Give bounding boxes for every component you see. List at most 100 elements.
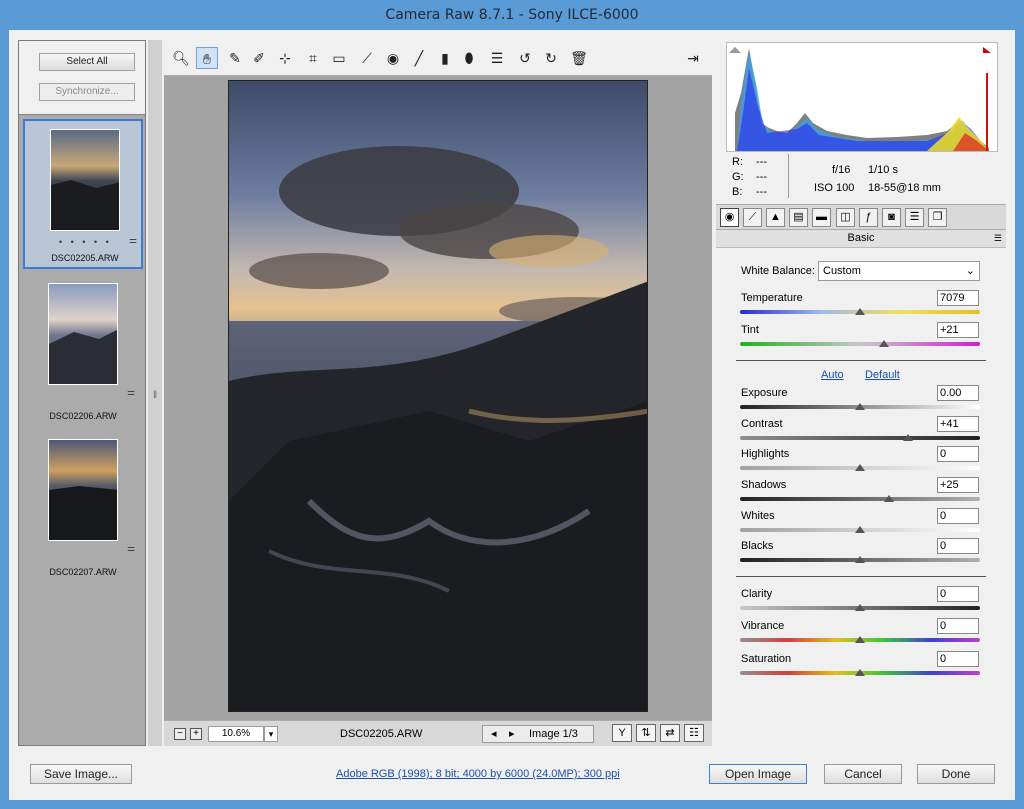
shadows-slider-handle[interactable] <box>883 495 894 502</box>
shadows-label: Shadows <box>741 479 787 491</box>
trash-icon[interactable]: 🗑︎ <box>568 47 590 69</box>
straighten-icon[interactable]: ▭ <box>328 47 350 69</box>
hand-icon[interactable]: ✋︎ <box>196 47 218 69</box>
clarity-slider-handle[interactable] <box>855 604 865 611</box>
white-balance-select[interactable]: Custom ⌄ <box>818 261 980 281</box>
contrast-slider[interactable] <box>740 436 980 440</box>
white-balance-icon[interactable]: ✎ <box>224 47 246 69</box>
zoom-level[interactable]: 10.6% <box>208 726 264 742</box>
shadows-slider[interactable] <box>740 497 980 501</box>
highlights-value-field[interactable]: 0 <box>937 446 979 462</box>
cancel-button[interactable]: Cancel <box>824 764 902 784</box>
whites-slider-handle[interactable] <box>855 526 865 533</box>
auto-link[interactable]: Auto <box>821 369 844 381</box>
red-eye-icon[interactable]: ◉ <box>382 47 404 69</box>
save-image-button[interactable]: Save Image... <box>30 764 132 784</box>
r-label: R: <box>732 156 743 168</box>
lens-corrections-tab-icon[interactable]: ◫ <box>836 208 855 227</box>
whites-value-field[interactable]: 0 <box>937 508 979 524</box>
settings-badge-icon: ⚌ <box>127 543 136 553</box>
contrast-value-field[interactable]: +41 <box>937 416 979 432</box>
exposure-value-field[interactable]: 0.00 <box>937 385 979 401</box>
crop-icon[interactable]: ⌗ <box>302 47 324 69</box>
lens: 18-55@18 mm <box>868 182 941 194</box>
targeted-adjust-icon[interactable]: ⊹ <box>274 47 296 69</box>
b-value: --- <box>756 186 767 198</box>
whites-label: Whites <box>741 510 775 522</box>
temperature-slider-handle[interactable] <box>855 308 865 315</box>
tint-value-field[interactable]: +21 <box>937 322 979 338</box>
previous-image-icon[interactable]: ◂ <box>491 726 497 742</box>
saturation-value-field[interactable]: 0 <box>937 651 979 667</box>
open-image-button[interactable]: Open Image <box>709 764 807 784</box>
blacks-slider-handle[interactable] <box>855 556 865 563</box>
temperature-value-field[interactable]: 7079 <box>937 290 979 306</box>
white-balance-label: White Balance: <box>741 265 815 277</box>
zoom-out-button[interactable]: − <box>174 728 186 740</box>
zoom-in-button[interactable]: + <box>190 728 202 740</box>
r-value: --- <box>756 156 767 168</box>
vibrance-slider-handle[interactable] <box>855 636 865 643</box>
synchronize-button[interactable]: Synchronize... <box>39 83 135 101</box>
clarity-value-field[interactable]: 0 <box>937 586 979 602</box>
snapshots-tab-icon[interactable]: ❐ <box>928 208 947 227</box>
window-title: Camera Raw 8.7.1 - Sony ILCE-6000 <box>0 0 1024 30</box>
exposure-label: Exposure <box>741 387 788 399</box>
tone-curve-tab-icon[interactable]: ⟋ <box>743 208 762 227</box>
adjustment-brush-icon[interactable]: ╱ <box>408 47 430 69</box>
image-preview[interactable] <box>228 80 648 712</box>
contrast-slider-handle[interactable] <box>903 434 913 441</box>
panel-menu-icon[interactable]: ☰ <box>994 230 1002 247</box>
detail-tab-icon[interactable]: ▲ <box>766 208 785 227</box>
saturation-label: Saturation <box>741 653 792 665</box>
copy-settings-icon[interactable]: ⇄ <box>660 724 680 742</box>
effects-tab-icon[interactable]: ƒ <box>859 208 878 227</box>
chevron-down-icon: ⌄ <box>965 265 975 277</box>
thumbnail-image <box>48 439 118 541</box>
blacks-label: Blacks <box>741 540 774 552</box>
thumbnail-filename: DSC02206.ARW <box>49 411 117 421</box>
filmstrip-splitter[interactable]: ‖ <box>148 40 162 746</box>
toolbar: 🔍︎ ✋︎ ✎ ✐ ⊹ ⌗ ▭ ⟋ ◉ ╱ ▮ ⬮ ☰ ↺ ↻ 🗑︎ ⇥ <box>164 40 712 76</box>
rotate-right-icon[interactable]: ↻ <box>540 47 562 69</box>
rating-stars[interactable]: • • • • • <box>59 237 112 247</box>
spot-removal-icon[interactable]: ⟋ <box>356 47 378 69</box>
filmstrip-header: Select All Synchronize... <box>19 41 145 115</box>
filmstrip-item[interactable]: ⚌ DSC02206.ARW <box>23 277 143 427</box>
filmstrip-item[interactable]: ⚌ DSC02207.ARW <box>23 433 143 583</box>
thumbnail-filename: DSC02207.ARW <box>49 567 117 577</box>
workflow-options-link[interactable]: Adobe RGB (1998); 8 bit; 4000 by 6000 (2… <box>336 768 620 780</box>
graduated-filter-icon[interactable]: ▮ <box>434 47 456 69</box>
select-all-button[interactable]: Select All <box>39 53 135 71</box>
next-image-icon[interactable]: ▸ <box>509 726 515 742</box>
split-toning-tab-icon[interactable]: ▬ <box>812 208 831 227</box>
chevron-down-icon[interactable]: ▾ <box>264 726 278 742</box>
tint-slider[interactable] <box>740 342 980 346</box>
shadows-value-field[interactable]: +25 <box>937 477 979 493</box>
image-counter: Image 1/3 <box>529 728 578 740</box>
highlights-slider-handle[interactable] <box>855 464 865 471</box>
rotate-left-icon[interactable]: ↺ <box>514 47 536 69</box>
exposure-slider-handle[interactable] <box>855 403 865 410</box>
g-label: G: <box>732 171 744 183</box>
default-link[interactable]: Default <box>865 369 900 381</box>
hsl-tab-icon[interactable]: ▤ <box>789 208 808 227</box>
basic-tab-icon[interactable]: ◉ <box>720 208 739 227</box>
filmstrip-item[interactable]: • • • • • ⚌ DSC02205.ARW <box>23 119 143 269</box>
preferences-icon[interactable]: ☰ <box>486 47 508 69</box>
camera-calibration-tab-icon[interactable]: ◙ <box>882 208 901 227</box>
saturation-slider-handle[interactable] <box>855 669 865 676</box>
vibrance-value-field[interactable]: 0 <box>937 618 979 634</box>
radial-filter-icon[interactable]: ⬮ <box>458 47 480 69</box>
toggle-settings-icon[interactable]: ☷ <box>684 724 704 742</box>
done-button[interactable]: Done <box>917 764 995 784</box>
before-after-icon[interactable]: Y <box>612 724 632 742</box>
color-sampler-icon[interactable]: ✐ <box>248 47 270 69</box>
blacks-value-field[interactable]: 0 <box>937 538 979 554</box>
swap-settings-icon[interactable]: ⇅ <box>636 724 656 742</box>
open-in-photoshop-icon[interactable]: ⇥ <box>682 47 704 69</box>
highlights-label: Highlights <box>741 448 790 460</box>
zoom-icon[interactable]: 🔍︎ <box>170 47 192 69</box>
presets-tab-icon[interactable]: ☰ <box>905 208 924 227</box>
tint-slider-handle[interactable] <box>879 340 889 347</box>
